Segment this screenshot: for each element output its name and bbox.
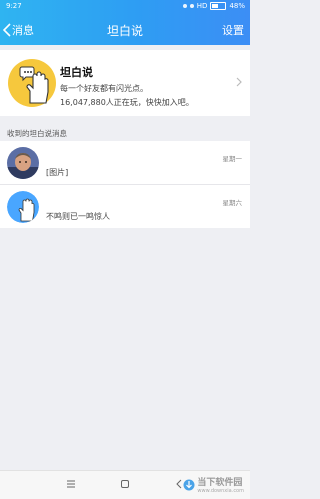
watermark-logo-icon — [183, 479, 195, 490]
feature-title: 坦白说 — [60, 66, 93, 79]
feature-tagline: 每一个好友都有闪光点。 — [60, 84, 148, 93]
raised-hand-logo-icon — [8, 59, 56, 107]
status-time: 9:27 — [6, 2, 22, 10]
user-avatar — [7, 147, 39, 179]
message-preview: 不鸣则已一鸣惊人 — [46, 212, 110, 221]
settings-button[interactable]: 设置 — [222, 22, 244, 38]
message-day: 星期一 — [222, 155, 243, 163]
status-bar: 9:27 HD 48% — [0, 0, 250, 14]
chevron-right-icon — [236, 77, 242, 87]
home-icon[interactable] — [120, 479, 130, 489]
watermark: 当下软件园 www.downxia.com — [183, 475, 244, 494]
tanbaishuo-feature-card[interactable]: 坦白说 每一个好友都有闪光点。 16,047,880人正在玩，快快加入吧。 — [0, 50, 250, 116]
battery-icon — [210, 2, 227, 10]
system-nav-bar: 当下软件园 www.downxia.com — [0, 470, 250, 499]
watermark-text: 当下软件园 — [197, 478, 243, 488]
feature-player-count: 16,047,880人正在玩，快快加入吧。 — [60, 98, 194, 107]
battery-level: 48% — [229, 2, 245, 10]
page-title: 坦白说 — [106, 24, 143, 38]
alarm-icon — [182, 4, 187, 8]
message-list: 星期一 [图片] 星期六 不鸣则已一鸣惊人 — [0, 141, 250, 228]
message-row[interactable]: 星期六 不鸣则已一鸣惊人 — [0, 185, 250, 228]
watermark-url: www.downxia.com — [197, 488, 244, 494]
wifi-icon — [189, 4, 194, 8]
message-row[interactable]: 星期一 [图片] — [0, 141, 250, 185]
status-icons: HD 48% — [182, 2, 245, 10]
carrier-label: HD — [196, 2, 208, 10]
message-day: 星期六 — [222, 199, 243, 207]
top-header: 9:27 HD 48% 消息 坦白说 设置 — [0, 0, 250, 45]
nav-bar: 消息 坦白说 设置 — [0, 14, 250, 45]
message-preview: [图片] — [46, 168, 69, 177]
raised-hand-avatar-icon — [7, 191, 39, 223]
menu-icon[interactable] — [66, 479, 76, 489]
section-heading: 收到的坦白说消息 — [7, 129, 67, 138]
